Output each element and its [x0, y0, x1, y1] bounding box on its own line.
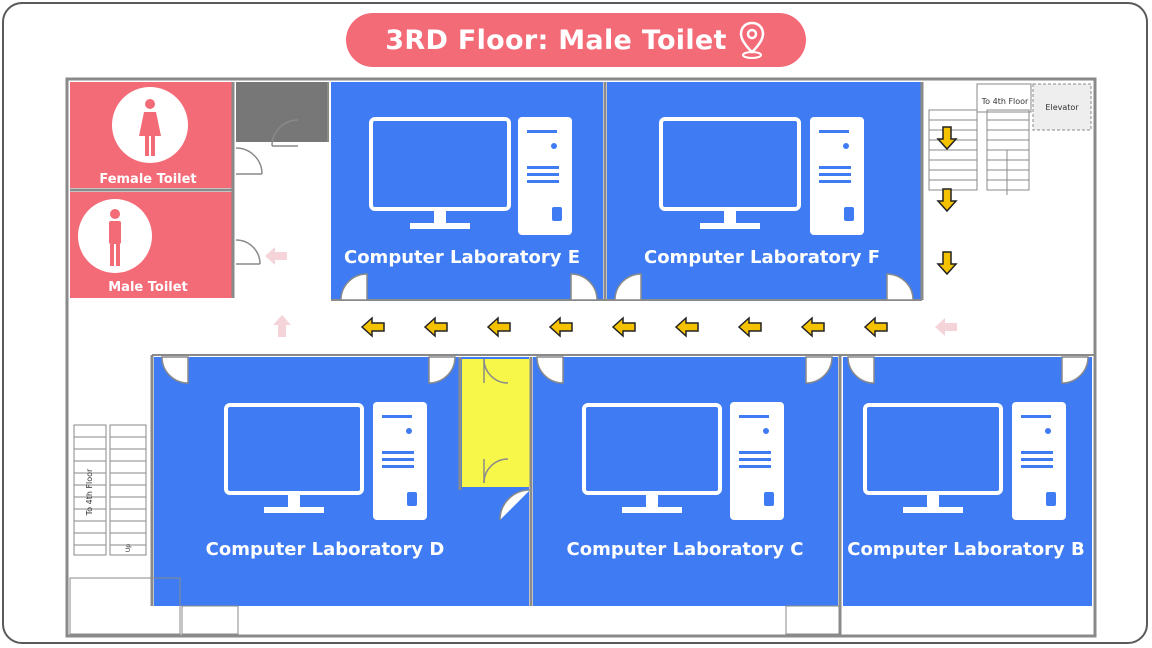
highlighted-male-toilet-room	[462, 359, 530, 487]
lab-d-label: Computer Laboratory D	[206, 539, 445, 560]
floor-plan-map: 3RD Floor: Male Toilet Female Toilet Mal…	[0, 0, 1152, 648]
to-4th-floor-left-label: To 4th Floor	[85, 468, 94, 516]
up-label: Up	[125, 544, 132, 552]
elevator-label: Elevator	[1045, 103, 1079, 112]
female-person-icon	[112, 87, 188, 163]
floor-plan: Female Toilet Male Toilet Computer Labor…	[65, 77, 1097, 638]
pc-tower-icon	[373, 402, 427, 520]
pc-tower-icon	[1012, 402, 1066, 520]
lab-f-label: Computer Laboratory F	[644, 247, 880, 268]
male-person-icon	[78, 199, 152, 273]
pc-tower-icon	[810, 117, 864, 235]
lab-c-room	[533, 357, 838, 606]
lab-e-label: Computer Laboratory E	[344, 247, 580, 268]
male-toilet-label: Male Toilet	[108, 280, 188, 295]
female-toilet-label: Female Toilet	[99, 172, 196, 187]
utility-shaft	[236, 82, 328, 142]
to-4th-floor-label: To 4th Floor	[981, 97, 1029, 106]
lab-c-label: Computer Laboratory C	[567, 539, 804, 560]
pc-tower-icon	[518, 117, 572, 235]
lab-b-label: Computer Laboratory B	[847, 539, 1084, 560]
pc-tower-icon	[730, 402, 784, 520]
